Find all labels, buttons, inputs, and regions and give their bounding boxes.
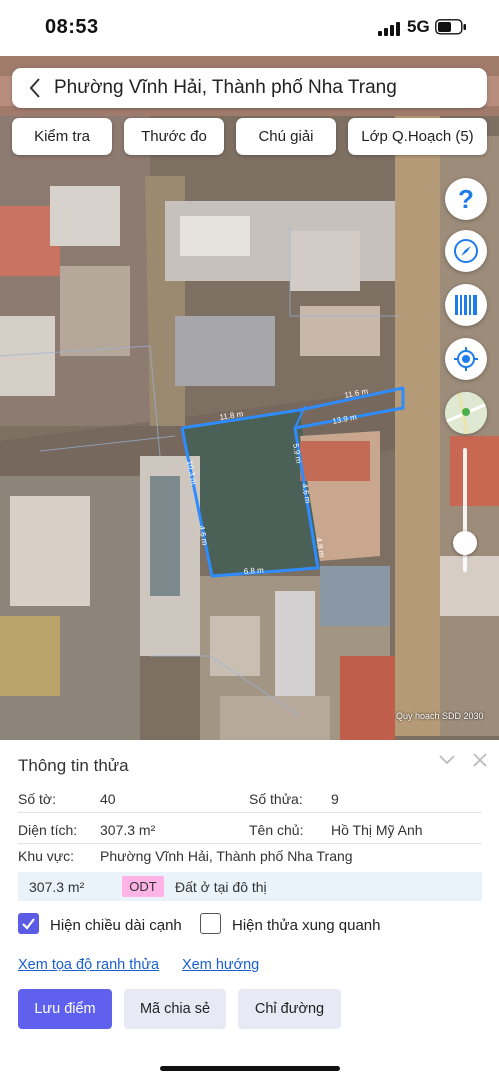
checkmark-icon: [22, 918, 35, 930]
panel-title: Thông tin thửa: [18, 756, 129, 775]
locate-button[interactable]: [445, 338, 487, 380]
chevron-down-icon[interactable]: [438, 752, 456, 766]
help-icon: ?: [458, 184, 474, 214]
map-layer-button[interactable]: [445, 392, 487, 434]
compass-icon: [454, 239, 478, 263]
plot-label: Số thửa:: [249, 791, 303, 807]
map-layer-icon: [445, 392, 487, 434]
close-icon[interactable]: [472, 752, 488, 768]
battery-icon: [435, 19, 466, 35]
owner-value: Hồ Thị Mỹ Anh: [331, 822, 423, 838]
locate-icon: [454, 347, 478, 371]
status-time: 08:53: [45, 16, 99, 38]
barcode-icon: [455, 295, 477, 315]
compass-button[interactable]: [445, 230, 487, 272]
parcel-info-panel: Thông tin thửa Số tờ: 40 Số thửa: 9 Diện…: [0, 740, 499, 1080]
directions-button[interactable]: Chỉ đường: [238, 989, 341, 1029]
region-value: Phường Vĩnh Hải, Thành phố Nha Trang: [100, 848, 353, 864]
watermark: Quy hoạch SDD 2030: [396, 711, 484, 721]
save-point-button[interactable]: Lưu điểm: [18, 989, 112, 1029]
zoom-slider-knob[interactable]: [453, 531, 477, 555]
sheet-value: 40: [100, 791, 116, 807]
view-direction-link[interactable]: Xem hướng: [182, 957, 259, 973]
land-area: 307.3 m²: [29, 879, 85, 895]
network-type: 5G: [407, 17, 430, 36]
signal-icon: [378, 22, 400, 36]
status-bar: 08:53 5G: [0, 0, 499, 56]
satellite-imagery: 11.6 m 11.8 m 13.9 m 5.9 m 4.6 m 10.3 m …: [0, 56, 499, 740]
barcode-button[interactable]: [445, 284, 487, 326]
area-value: 307.3 m²: [100, 822, 156, 838]
area-label: Diện tích:: [18, 822, 78, 838]
map-view[interactable]: 11.6 m 11.8 m 13.9 m 5.9 m 4.6 m 10.3 m …: [0, 56, 499, 740]
show-edges-label[interactable]: Hiện chiều dài cạnh: [50, 917, 182, 934]
planning-layer-button[interactable]: Lớp Q.Hoạch (5): [348, 118, 487, 155]
plot-value: 9: [331, 791, 339, 807]
legend-button[interactable]: Chú giải: [236, 118, 336, 155]
owner-label: Tên chủ:: [249, 822, 304, 838]
edge-label: 6.8 m: [244, 566, 265, 576]
measure-button[interactable]: Thước đo: [124, 118, 224, 155]
check-button[interactable]: Kiểm tra: [12, 118, 112, 155]
view-coordinates-link[interactable]: Xem tọa độ ranh thửa: [18, 957, 159, 973]
info-row-sheet: Số tờ: 40 Số thửa: 9: [18, 782, 482, 813]
location-title: Phường Vĩnh Hải, Thành phố Nha Trang: [54, 77, 397, 98]
show-neighbors-checkbox[interactable]: [200, 913, 221, 934]
back-arrow-icon[interactable]: [24, 76, 48, 100]
home-indicator[interactable]: [160, 1066, 340, 1071]
land-use-row: 307.3 m² ODT Đất ở tại đô thị: [18, 872, 482, 901]
help-button[interactable]: ?: [445, 178, 487, 220]
show-neighbors-label[interactable]: Hiện thửa xung quanh: [232, 917, 380, 934]
sheet-label: Số tờ:: [18, 791, 56, 807]
land-code-badge: ODT: [122, 876, 164, 897]
land-description: Đất ở tại đô thị: [175, 879, 267, 895]
show-edges-checkbox[interactable]: [18, 913, 39, 934]
location-header: Phường Vĩnh Hải, Thành phố Nha Trang: [12, 68, 487, 108]
region-label: Khu vực:: [18, 848, 75, 864]
info-row-region: Khu vực: Phường Vĩnh Hải, Thành phố Nha …: [18, 839, 482, 870]
share-code-button[interactable]: Mã chia sẻ: [124, 989, 226, 1029]
